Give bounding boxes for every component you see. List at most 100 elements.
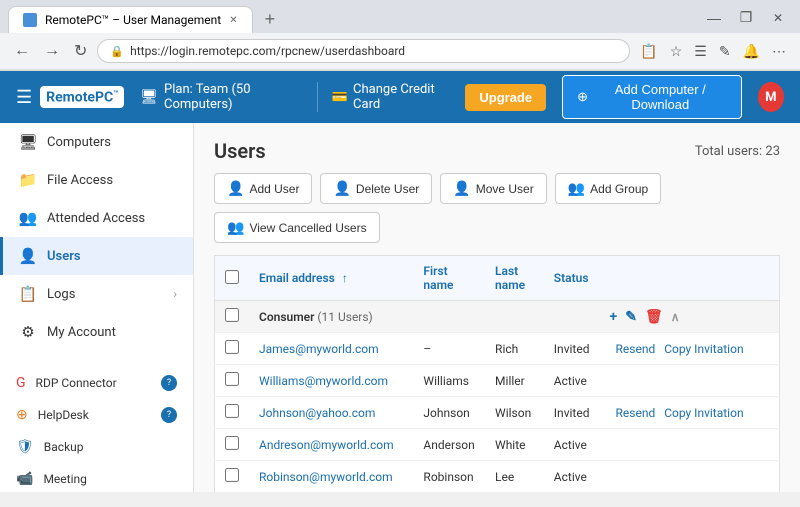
email-header-label: Email address	[259, 271, 335, 285]
rdp-connector-badge: ?	[161, 375, 177, 391]
sidebar-item-rdp-connector[interactable]: G RDP Connector ?	[0, 367, 193, 399]
sidebar-item-logs[interactable]: 📋 Logs ›	[0, 275, 193, 313]
forward-button[interactable]: →	[40, 40, 64, 62]
app: ☰ RemotePC™ 🖥 Plan: Team (50 Computers) …	[0, 71, 800, 492]
row-firstname: Williams	[413, 365, 485, 397]
sidebar-item-my-account[interactable]: ⚙ My Account	[0, 313, 193, 351]
edit-group-icon[interactable]: ✎	[625, 309, 637, 325]
hamburger-menu[interactable]: ☰	[16, 87, 32, 108]
bookmark-icon[interactable]: ☆	[666, 41, 687, 62]
row-checkbox[interactable]	[225, 404, 239, 418]
delete-user-button[interactable]: 👤 Delete User	[320, 173, 432, 204]
row-checkbox[interactable]	[225, 436, 239, 450]
table-row: Andreson@myworld.com Anderson White Acti…	[215, 429, 780, 461]
row-email: Andreson@myworld.com	[249, 429, 413, 461]
sidebar-label-users: Users	[47, 249, 81, 264]
email-column-header[interactable]: Email address ↑	[249, 256, 413, 301]
move-user-button[interactable]: 👤 Move User	[440, 173, 546, 204]
add-user-button[interactable]: 👤 Add User	[214, 173, 312, 204]
table-row: Robinson@myworld.com Robinson Lee Active	[215, 461, 780, 493]
add-user-icon: 👤	[227, 180, 244, 197]
actions-column-header	[600, 256, 780, 301]
logo-area: ☰ RemotePC™	[16, 86, 124, 109]
computers-icon: 🖥	[19, 133, 37, 151]
more-icon[interactable]: ⋯	[768, 41, 790, 62]
row-checkbox-cell	[215, 365, 250, 397]
profile-icon[interactable]: ✎	[715, 41, 735, 62]
new-tab-button[interactable]: +	[257, 7, 284, 32]
content-area: 🖥 Computers 📁 File Access 👥 Attended Acc…	[0, 123, 800, 492]
copy-invitation-link[interactable]: Copy Invitation	[664, 406, 743, 420]
url-bar[interactable]: 🔒 https://login.remotepc.com/rpcnew/user…	[97, 39, 630, 63]
sidebar: 🖥 Computers 📁 File Access 👥 Attended Acc…	[0, 123, 194, 492]
add-group-label: Add Group	[590, 182, 648, 196]
notifications-icon[interactable]: 🔔	[739, 41, 764, 62]
sidebar-item-attended-access[interactable]: 👥 Attended Access	[0, 199, 193, 237]
row-checkbox[interactable]	[225, 372, 239, 386]
user-avatar[interactable]: M	[758, 82, 784, 112]
tab-favicon	[23, 13, 37, 27]
tab-title: RemotePC™ – User Management	[45, 13, 221, 27]
sidebar-label-meeting: Meeting	[43, 472, 86, 486]
view-cancelled-button[interactable]: 👥 View Cancelled Users	[214, 212, 380, 243]
row-status: Invited	[544, 333, 600, 365]
row-lastname: Wilson	[485, 397, 544, 429]
delete-group-icon[interactable]: 🗑	[645, 309, 663, 325]
group-checkbox[interactable]	[225, 308, 239, 322]
logs-icon: 📋	[19, 285, 37, 303]
add-computer-button[interactable]: ⊕ Add Computer / Download	[562, 75, 741, 119]
tab-close-button[interactable]: ✕	[229, 15, 237, 26]
minimize-button[interactable]: —	[700, 8, 728, 28]
sort-asc-icon: ↑	[342, 271, 348, 285]
extensions-icon[interactable]: ☰	[690, 41, 711, 62]
sidebar-item-users[interactable]: 👤 Users	[0, 237, 193, 275]
resend-link[interactable]: Resend	[616, 342, 656, 356]
row-actions	[600, 461, 780, 493]
group-actions: + ✎ 🗑 ∧	[610, 309, 770, 325]
change-credit-card-button[interactable]: 💳 Change Credit Card	[317, 82, 450, 112]
view-cancelled-icon: 👥	[227, 219, 244, 236]
helpdesk-icon: ⊕	[16, 407, 28, 423]
resend-link[interactable]: Resend	[616, 406, 656, 420]
delete-user-icon: 👤	[333, 180, 350, 197]
move-user-label: Move User	[476, 182, 534, 196]
row-actions: Resend Copy Invitation	[600, 397, 780, 429]
backup-icon: 🛡	[16, 439, 34, 455]
sidebar-item-computers[interactable]: 🖥 Computers	[0, 123, 193, 161]
delete-user-label: Delete User	[356, 182, 419, 196]
select-all-checkbox[interactable]	[225, 270, 239, 284]
group-row: Consumer (11 Users) + ✎ 🗑 ∧	[215, 301, 780, 333]
add-group-button[interactable]: 👥 Add Group	[555, 173, 661, 204]
row-checkbox[interactable]	[225, 340, 239, 354]
refresh-button[interactable]: ↻	[70, 39, 91, 63]
table-row: Williams@myworld.com Williams Miller Act…	[215, 365, 780, 397]
row-status: Active	[544, 429, 600, 461]
row-actions	[600, 365, 780, 397]
lastname-column-header[interactable]: Last name	[485, 256, 544, 301]
collapse-icon[interactable]: ∧	[671, 310, 680, 324]
maximize-button[interactable]: ❐	[732, 8, 760, 28]
sidebar-item-file-access[interactable]: 📁 File Access	[0, 161, 193, 199]
cast-icon[interactable]: 📋	[636, 41, 661, 62]
logs-chevron-icon: ›	[173, 287, 177, 301]
add-computer-label: Add Computer / Download	[594, 82, 727, 112]
status-column-header[interactable]: Status	[544, 256, 600, 301]
sidebar-item-backup[interactable]: 🛡 Backup	[0, 431, 193, 463]
file-access-icon: 📁	[19, 171, 37, 189]
active-tab[interactable]: RemotePC™ – User Management ✕	[8, 6, 253, 33]
sidebar-item-helpdesk[interactable]: ⊕ HelpDesk ?	[0, 399, 193, 431]
row-lastname: Rich	[485, 333, 544, 365]
add-group-action-icon[interactable]: +	[610, 309, 618, 325]
firstname-column-header[interactable]: First name	[413, 256, 485, 301]
upgrade-button[interactable]: Upgrade	[465, 84, 546, 111]
row-checkbox[interactable]	[225, 468, 239, 482]
add-group-icon: 👥	[568, 180, 585, 197]
users-icon: 👤	[19, 247, 37, 265]
copy-invitation-link[interactable]: Copy Invitation	[664, 342, 743, 356]
row-actions: Resend Copy Invitation	[600, 333, 780, 365]
sidebar-item-meeting[interactable]: 📹 Meeting	[0, 463, 193, 492]
close-button[interactable]: ✕	[764, 8, 792, 28]
row-email: Johnson@yahoo.com	[249, 397, 413, 429]
back-button[interactable]: ←	[10, 40, 34, 62]
my-account-icon: ⚙	[19, 323, 37, 341]
